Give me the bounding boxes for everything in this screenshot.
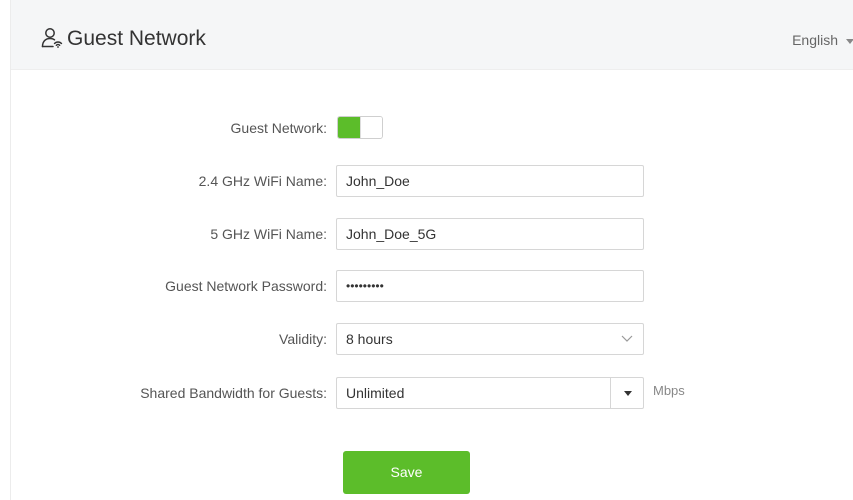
guest-network-label: Guest Network: [230, 120, 327, 136]
wifi-24-name-row: 2.4 GHz WiFi Name: John_Doe [11, 165, 853, 197]
save-button[interactable]: Save [343, 451, 470, 494]
page-header: Guest Network English [11, 0, 853, 70]
language-selector[interactable]: English [792, 31, 853, 49]
password-input[interactable]: ••••••••• [336, 270, 644, 302]
page-title: Guest Network [67, 27, 206, 50]
guest-network-row: Guest Network: [11, 112, 853, 144]
toggle-on-indicator [338, 117, 360, 138]
bandwidth-input[interactable]: Unlimited [336, 377, 611, 409]
bandwidth-unit: Mbps [653, 383, 685, 398]
validity-label: Validity: [279, 331, 327, 347]
bandwidth-row: Shared Bandwidth for Guests: Unlimited M… [11, 377, 853, 409]
wifi-5-name-label: 5 GHz WiFi Name: [210, 226, 327, 242]
password-label: Guest Network Password: [165, 278, 327, 294]
guest-network-toggle[interactable] [337, 116, 383, 139]
validity-value: 8 hours [346, 331, 393, 347]
chevron-down-icon [846, 38, 853, 44]
bandwidth-dropdown-button[interactable] [610, 377, 644, 409]
language-label: English [792, 32, 838, 48]
wifi-5-name-input[interactable]: John_Doe_5G [336, 218, 644, 250]
wifi-24-name-label: 2.4 GHz WiFi Name: [198, 173, 327, 189]
validity-select[interactable]: 8 hours [336, 323, 644, 355]
caret-down-icon [624, 391, 632, 396]
bandwidth-label: Shared Bandwidth for Guests: [140, 385, 327, 401]
guest-network-panel: Guest Network English Guest Network: 2.4… [10, 0, 853, 500]
wifi-24-name-input[interactable]: John_Doe [336, 165, 644, 197]
wifi-5-name-row: 5 GHz WiFi Name: John_Doe_5G [11, 218, 853, 250]
chevron-down-icon [621, 335, 633, 342]
validity-row: Validity: 8 hours [11, 323, 853, 355]
toggle-knob [360, 117, 382, 138]
guest-user-icon [41, 28, 63, 48]
password-row: Guest Network Password: ••••••••• [11, 270, 853, 302]
